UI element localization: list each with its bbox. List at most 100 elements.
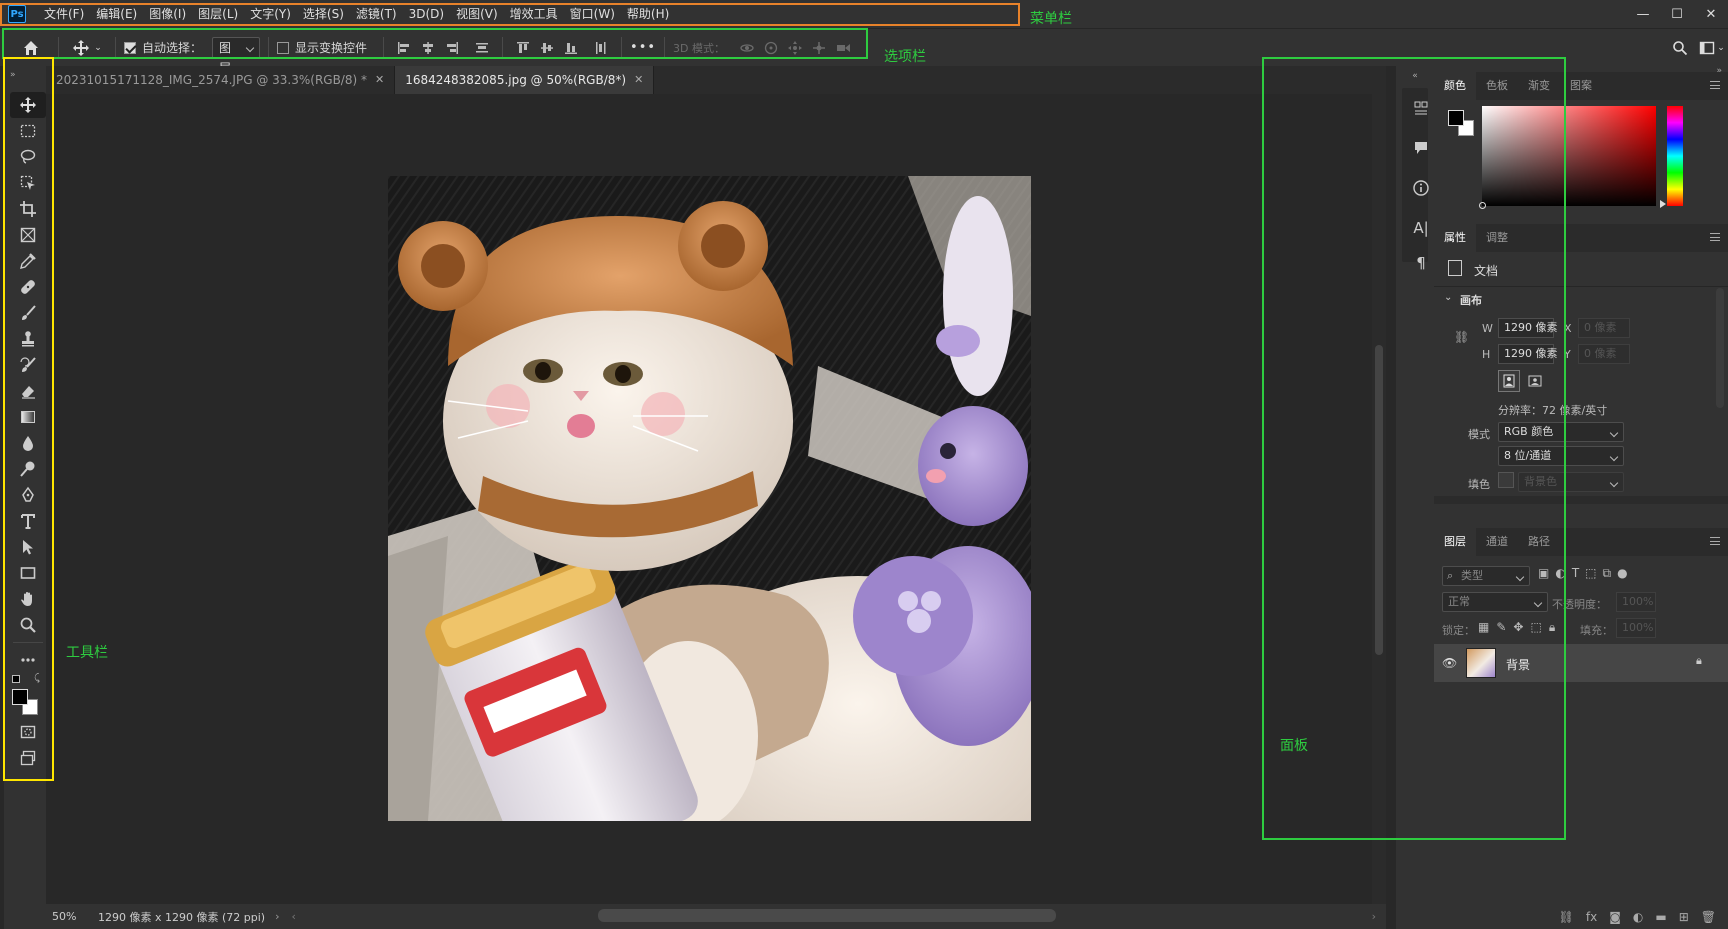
visibility-eye-icon[interactable]: 👁︎	[1442, 656, 1457, 670]
tab-swatches[interactable]: 色板	[1476, 72, 1518, 100]
menu-layer[interactable]: 图层(L)	[192, 0, 244, 28]
properties-scrollbar[interactable]	[1716, 288, 1724, 408]
pen-tool-icon[interactable]	[10, 482, 46, 508]
toolbar-collapse-icon[interactable]: »	[10, 70, 16, 80]
color-picker-cursor[interactable]	[1479, 202, 1486, 209]
tab-color[interactable]: 颜色	[1434, 72, 1476, 100]
tab-channels[interactable]: 通道	[1476, 528, 1518, 556]
type-tool-icon[interactable]	[10, 508, 46, 534]
lock-pixels-icon[interactable]: ✎	[1496, 620, 1506, 635]
marquee-tool-icon[interactable]	[10, 118, 46, 144]
menu-window[interactable]: 窗口(W)	[564, 0, 621, 28]
3d-scale-icon[interactable]	[831, 36, 855, 60]
close-tab-icon[interactable]: ✕	[375, 66, 384, 94]
hue-slider[interactable]	[1667, 106, 1683, 206]
collapse-panels-icon[interactable]: «	[1396, 66, 1434, 86]
healing-brush-tool-icon[interactable]	[10, 274, 46, 300]
maximize-button[interactable]: ☐	[1660, 0, 1694, 28]
panel-menu-icon[interactable]	[1710, 81, 1720, 89]
lock-artboard-icon[interactable]: ⬚	[1530, 620, 1541, 635]
auto-select-checkbox[interactable]	[124, 41, 136, 54]
scroll-right-icon[interactable]: ›	[1372, 910, 1376, 923]
menu-file[interactable]: 文件(F)	[38, 0, 90, 28]
fill-opacity-field[interactable]: 100%	[1616, 618, 1656, 638]
clone-stamp-tool-icon[interactable]	[10, 326, 46, 352]
add-mask-icon[interactable]: ◙	[1609, 910, 1621, 924]
history-brush-tool-icon[interactable]	[10, 352, 46, 378]
swap-colors-icon[interactable]: ⤹	[34, 673, 40, 684]
layer-lock-icon[interactable]: 🔒︎	[1696, 654, 1702, 668]
show-transform-checkbox[interactable]	[277, 41, 290, 54]
menu-image[interactable]: 图像(I)	[143, 0, 192, 28]
align-bottom-icon[interactable]	[559, 36, 583, 60]
document-image[interactable]	[388, 176, 1031, 821]
delete-layer-icon[interactable]: 🗑︎	[1701, 910, 1716, 924]
photoshop-logo-icon[interactable]: Ps	[8, 5, 26, 23]
menu-view[interactable]: 视图(V)	[450, 0, 504, 28]
foreground-color-swatch[interactable]	[12, 689, 28, 705]
adjustment-filter-icon[interactable]: ◐	[1555, 566, 1565, 581]
menu-edit[interactable]: 编辑(E)	[90, 0, 143, 28]
frame-tool-icon[interactable]	[10, 222, 46, 248]
menu-type[interactable]: 文字(Y)	[244, 0, 297, 28]
distribute-vertical-icon[interactable]	[470, 36, 494, 60]
rectangle-tool-icon[interactable]	[10, 560, 46, 586]
layer-style-icon[interactable]: fx	[1586, 910, 1597, 924]
fill-dropdown[interactable]: 背景色	[1518, 472, 1624, 492]
zoom-level[interactable]: 50%	[46, 910, 92, 923]
type-filter-icon[interactable]: T	[1572, 566, 1579, 581]
align-hcenter-icon[interactable]	[416, 36, 440, 60]
tab-layers[interactable]: 图层	[1434, 528, 1476, 556]
object-selection-tool-icon[interactable]	[10, 170, 46, 196]
auto-select-target-dropdown[interactable]: 图层	[212, 36, 261, 75]
collapse-canvas-icon[interactable]: ⌄	[1444, 292, 1452, 303]
menu-filter[interactable]: 滤镜(T)	[350, 0, 403, 28]
menu-plugins[interactable]: 增效工具	[504, 0, 564, 28]
blur-tool-icon[interactable]	[10, 430, 46, 456]
default-colors-icon[interactable]	[12, 675, 20, 683]
scroll-left-icon[interactable]: ‹	[292, 910, 296, 923]
document-tab[interactable]: 20231015171128_IMG_2574.JPG @ 33.3%(RGB/…	[46, 66, 396, 94]
dodge-tool-icon[interactable]	[10, 456, 46, 482]
foreground-color-chip[interactable]	[1448, 110, 1464, 126]
filter-toggle-icon[interactable]: ●	[1617, 566, 1627, 581]
align-left-icon[interactable]	[392, 36, 416, 60]
height-field[interactable]: 1290 像素	[1498, 344, 1558, 364]
tab-gradients[interactable]: 渐变	[1518, 72, 1560, 100]
document-tab-active[interactable]: 1684248382085.jpg @ 50%(RGB/8*) ✕	[395, 66, 655, 94]
gradient-tool-icon[interactable]	[10, 404, 46, 430]
edit-toolbar-icon[interactable]	[10, 647, 46, 673]
new-group-icon[interactable]: ▬	[1655, 910, 1666, 924]
3d-slide-icon[interactable]	[807, 36, 831, 60]
menu-select[interactable]: 选择(S)	[297, 0, 350, 28]
align-right-icon[interactable]	[440, 36, 464, 60]
color-picker-field[interactable]	[1479, 106, 1656, 209]
tab-paths[interactable]: 路径	[1518, 528, 1560, 556]
move-tool-icon[interactable]	[10, 92, 46, 118]
opacity-field[interactable]: 100%	[1616, 592, 1656, 612]
bit-depth-dropdown[interactable]: 8 位/通道	[1498, 446, 1624, 466]
y-field[interactable]: 0 像素	[1578, 344, 1630, 364]
quick-mask-icon[interactable]	[10, 719, 46, 745]
portrait-orientation-button[interactable]	[1498, 370, 1520, 392]
fill-swatch[interactable]	[1498, 472, 1514, 488]
lock-transparent-icon[interactable]: ▦	[1478, 620, 1489, 635]
3d-orbit-icon[interactable]	[735, 36, 759, 60]
width-field[interactable]: 1290 像素	[1498, 318, 1558, 338]
pixel-filter-icon[interactable]: ▣	[1538, 566, 1549, 581]
layer-filter-dropdown[interactable]: 类型	[1442, 566, 1530, 586]
lock-all-icon[interactable]: 🔒︎	[1549, 620, 1555, 635]
align-top-icon[interactable]	[511, 36, 535, 60]
landscape-orientation-button[interactable]	[1524, 370, 1546, 392]
hand-tool-icon[interactable]	[10, 586, 46, 612]
zoom-tool-icon[interactable]	[10, 612, 46, 638]
tab-patterns[interactable]: 图案	[1560, 72, 1602, 100]
tab-adjustments[interactable]: 调整	[1476, 224, 1518, 252]
shape-filter-icon[interactable]: ⬚	[1585, 566, 1596, 581]
workspace-icon[interactable]: ⌄	[1696, 36, 1728, 60]
path-selection-tool-icon[interactable]	[10, 534, 46, 560]
tab-properties[interactable]: 属性	[1434, 224, 1476, 252]
lock-position-icon[interactable]: ✥	[1513, 620, 1523, 635]
link-layers-icon[interactable]: ⛓	[1559, 910, 1574, 924]
layer-row[interactable]: 👁︎ 背景 🔒︎	[1434, 644, 1728, 682]
